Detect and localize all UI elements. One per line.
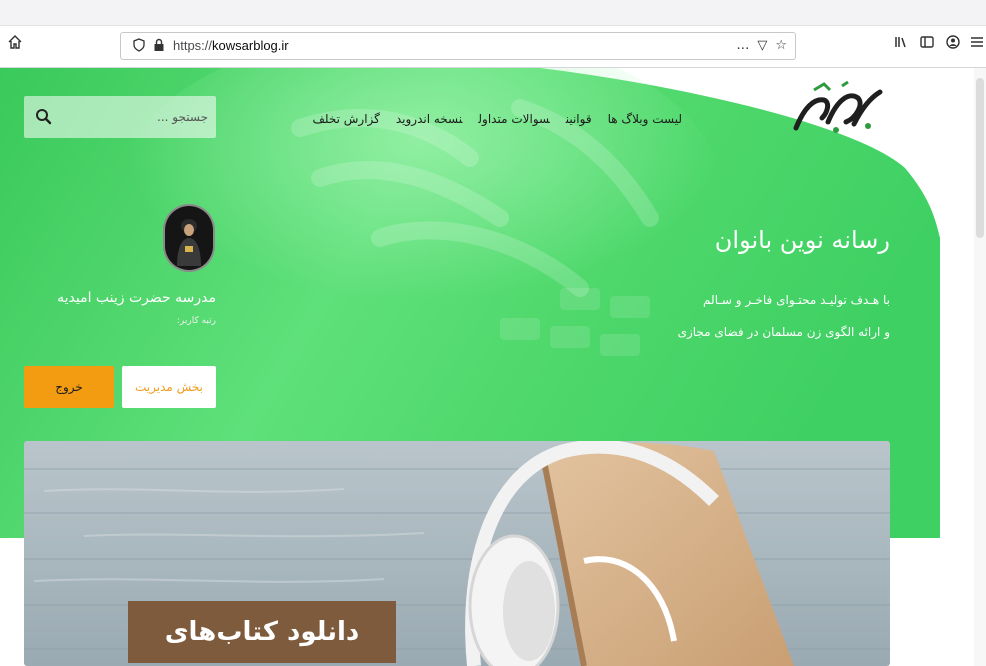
search-box (24, 96, 216, 138)
hero-description-line-1: با هـدف تولیـد محتـوای فاخـر و سـالم (703, 293, 890, 307)
scrollbar-thumb[interactable] (976, 78, 984, 238)
url-text[interactable]: https://kowsarblog.ir (173, 38, 289, 54)
lock-icon[interactable] (151, 38, 167, 54)
account-icon[interactable] (942, 34, 964, 56)
nav-faq[interactable]: سوالات متداول (478, 112, 549, 126)
more-icon[interactable]: … (736, 38, 749, 53)
menu-icon[interactable] (966, 34, 986, 56)
logout-button[interactable]: خروج (24, 366, 114, 408)
shield-icon[interactable] (131, 38, 147, 54)
banner-title: دانلود کتاب‌های صوتی (128, 601, 396, 663)
kowsar-blog-logo[interactable] (784, 78, 884, 142)
tab-strip (0, 0, 986, 26)
search-icon[interactable] (34, 107, 54, 127)
main-nav: لیست وبلاگ ها قوانین سوالات متداول نسخه اند… (262, 108, 682, 128)
page-viewport: لیست وبلاگ ها قوانین سوالات متداول نسخه اند… (0, 68, 986, 666)
star-icon[interactable]: ☆ (775, 38, 787, 53)
scrollbar[interactable] (974, 68, 986, 666)
search-input[interactable] (68, 104, 208, 130)
nav-blog-list[interactable]: لیست وبلاگ ها (608, 112, 682, 126)
hero-description: با هـدف تولیـد محتـوای فاخـر و سـالم و ا… (540, 284, 890, 348)
nav-report-violation[interactable]: گزارش تخلف (312, 112, 379, 126)
avatar[interactable] (163, 204, 215, 272)
pocket-icon[interactable]: ▽ (757, 38, 767, 53)
sidebar-icon[interactable] (916, 34, 938, 56)
url-bar[interactable]: https://kowsarblog.ir … ▽ ☆ (120, 32, 796, 60)
profile-rank: رتبه کاربر: (176, 316, 216, 326)
nav-rules[interactable]: قوانین (566, 112, 592, 126)
avatar-image (177, 219, 201, 266)
profile-name: مدرسه حضرت زینب امیدیه (57, 290, 216, 306)
hero-tagline: رسانه نوین بانوان (714, 226, 890, 254)
admin-panel-button[interactable]: بخش مدیریت (122, 366, 216, 408)
browser-chrome: https://kowsarblog.ir … ▽ ☆ (0, 0, 986, 68)
home-icon[interactable] (4, 34, 26, 56)
nav-android[interactable]: نسخه اندروید (396, 112, 463, 126)
browser-toolbar: https://kowsarblog.ir … ▽ ☆ (0, 26, 986, 68)
url-actions: … ▽ ☆ (728, 37, 787, 55)
library-icon[interactable] (890, 34, 912, 56)
hero-description-line-2: و ارائه الگوی زن مسلمان در فضای مجازی (677, 325, 890, 339)
